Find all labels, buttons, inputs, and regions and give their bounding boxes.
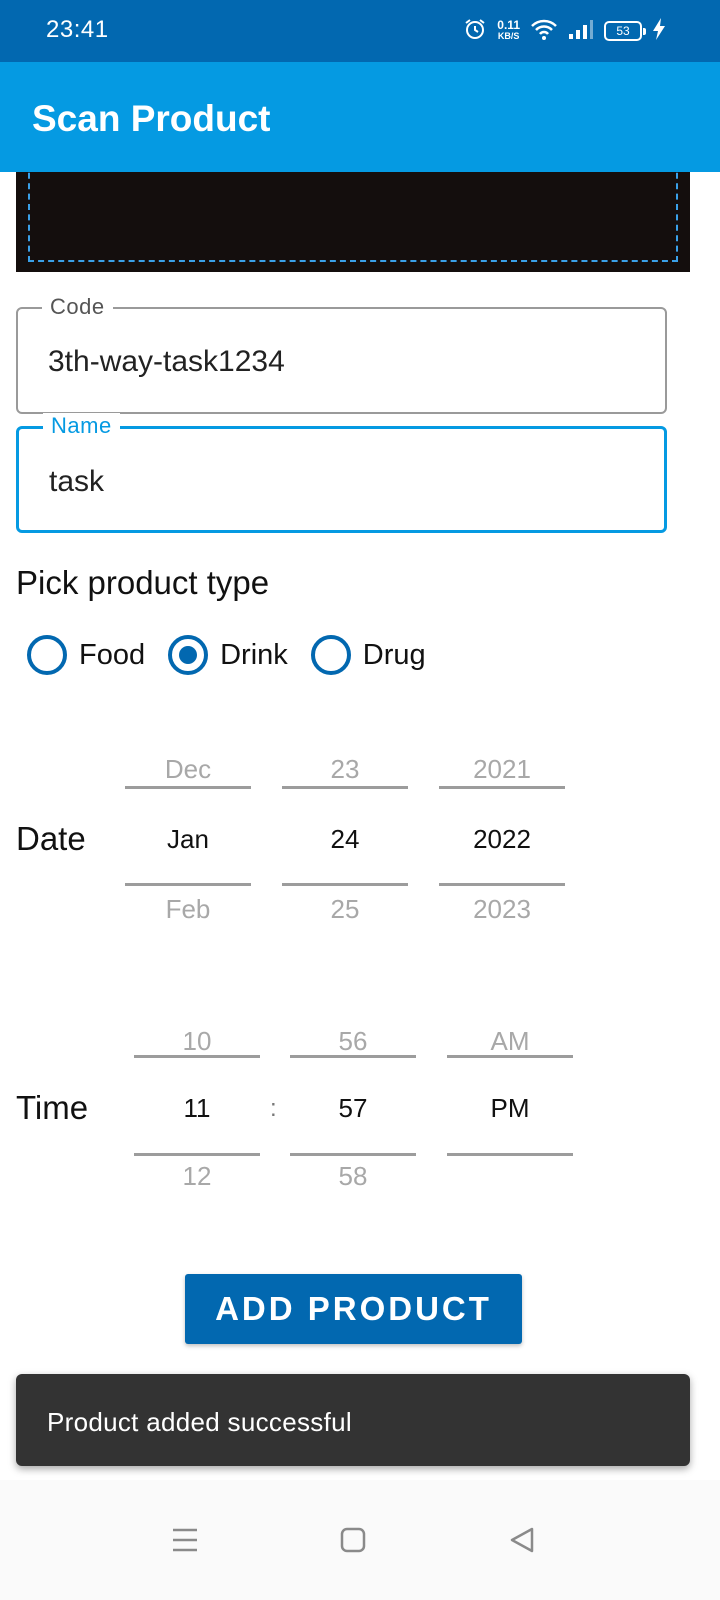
year-picker[interactable]: 2021 2022 2023 <box>439 754 565 954</box>
charging-icon <box>652 17 666 46</box>
battery-icon: 53 <box>604 21 646 41</box>
picker-divider <box>439 883 565 886</box>
year-current[interactable]: 2022 <box>439 824 565 855</box>
day-prev[interactable]: 23 <box>282 754 408 785</box>
snackbar-message: Product added successful <box>47 1407 352 1437</box>
year-next[interactable]: 2023 <box>439 894 565 925</box>
menu-icon[interactable] <box>155 1510 215 1570</box>
net-speed-value: 0.11 <box>497 18 520 32</box>
name-label: Name <box>43 413 120 439</box>
picker-divider <box>439 786 565 789</box>
ampm-current[interactable]: PM <box>447 1093 573 1124</box>
signal-icon <box>568 18 594 45</box>
net-speed-unit: KB/S <box>497 31 520 41</box>
net-speed: 0.11 KB/S <box>497 18 520 42</box>
name-input[interactable]: task <box>49 465 104 499</box>
code-field[interactable]: Code 3th-way-task1234 <box>16 294 667 414</box>
month-prev[interactable]: Dec <box>125 754 251 785</box>
picker-divider <box>125 786 251 789</box>
status-bar: 23:41 0.11 KB/S 53 <box>0 0 720 62</box>
month-current[interactable]: Jan <box>125 824 251 855</box>
code-input[interactable]: 3th-way-task1234 <box>48 345 285 379</box>
ampm-prev[interactable]: AM <box>447 1026 573 1057</box>
product-type-radio-group: Food Drink Drug <box>27 635 449 675</box>
add-product-button[interactable]: ADD PRODUCT <box>185 1274 522 1344</box>
date-label: Date <box>16 820 86 857</box>
hour-prev[interactable]: 10 <box>134 1026 260 1057</box>
radio-food[interactable]: Food <box>27 635 145 675</box>
day-next[interactable]: 25 <box>282 894 408 925</box>
time-separator: : <box>270 1095 277 1122</box>
page-title: Scan Product <box>32 98 271 139</box>
back-icon[interactable] <box>492 1510 552 1570</box>
product-type-label: Pick product type <box>16 564 270 601</box>
hour-picker[interactable]: 10 11 12 <box>134 1026 260 1226</box>
code-label: Code <box>42 294 113 320</box>
wifi-icon <box>530 17 558 46</box>
status-time: 23:41 <box>46 16 109 43</box>
home-icon[interactable] <box>323 1510 383 1570</box>
alarm-icon <box>463 17 487 46</box>
app-bar: Scan Product <box>0 62 720 172</box>
picker-divider <box>447 1153 573 1156</box>
radio-food-label[interactable]: Food <box>79 639 145 672</box>
picker-divider <box>125 883 251 886</box>
hour-current[interactable]: 11 <box>134 1093 260 1124</box>
minute-next[interactable]: 58 <box>290 1161 416 1192</box>
radio-drug[interactable]: Drug <box>310 635 426 675</box>
picker-divider <box>134 1055 260 1058</box>
month-picker[interactable]: Dec Jan Feb <box>125 754 251 954</box>
snackbar: Product added successful <box>16 1374 690 1466</box>
radio-drink[interactable]: Drink <box>168 635 288 675</box>
status-icons: 0.11 KB/S 53 <box>463 16 666 46</box>
picker-divider <box>290 1055 416 1058</box>
minute-current[interactable]: 57 <box>290 1093 416 1124</box>
picker-divider <box>134 1153 260 1156</box>
minute-picker[interactable]: 56 57 58 <box>290 1026 416 1226</box>
picker-divider <box>447 1055 573 1058</box>
scanner-preview[interactable] <box>16 152 690 272</box>
battery-level: 53 <box>616 24 630 38</box>
picker-divider <box>290 1153 416 1156</box>
navigation-bar <box>0 1480 720 1600</box>
radio-food-button[interactable] <box>27 635 67 675</box>
name-field[interactable]: Name task <box>16 413 667 533</box>
radio-drink-button[interactable] <box>168 635 209 675</box>
picker-divider <box>282 786 408 789</box>
time-label: Time <box>16 1089 89 1126</box>
minute-prev[interactable]: 56 <box>290 1026 416 1057</box>
day-picker[interactable]: 23 24 25 <box>282 754 408 954</box>
ampm-picker[interactable]: AM PM <box>447 1026 573 1226</box>
radio-drink-label[interactable]: Drink <box>220 639 288 672</box>
radio-drug-label[interactable]: Drug <box>363 639 426 672</box>
hour-next[interactable]: 12 <box>134 1161 260 1192</box>
month-next[interactable]: Feb <box>125 894 251 925</box>
day-current[interactable]: 24 <box>282 824 408 855</box>
year-prev[interactable]: 2021 <box>439 754 565 785</box>
picker-divider <box>282 883 408 886</box>
radio-drug-button[interactable] <box>310 635 351 675</box>
